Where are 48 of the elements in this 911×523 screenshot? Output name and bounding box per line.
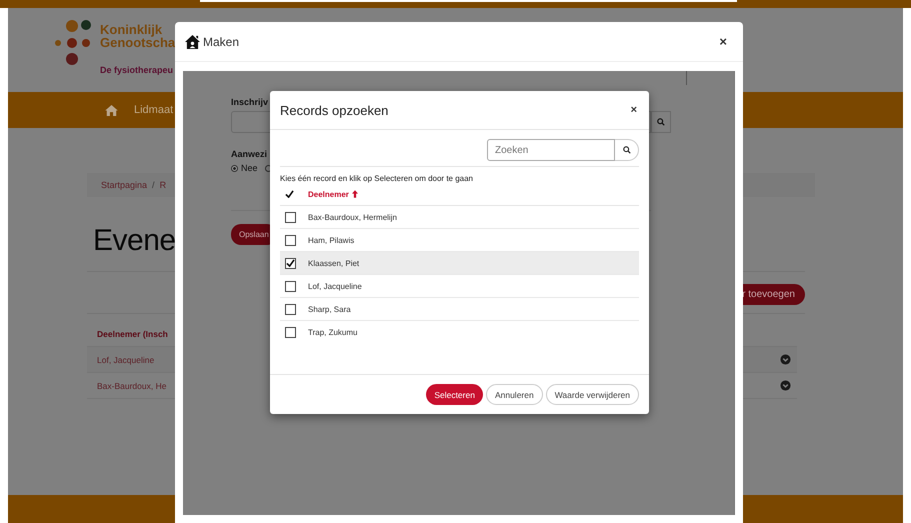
record-name: Ham, Pilawis [308,236,354,244]
record-row[interactable]: Sharp, Sara [280,298,639,321]
sort-arrow-icon[interactable] [352,190,358,198]
record-row[interactable]: Trap, Zukumu [280,321,639,343]
table-cell: Lof, Jacqueline [97,354,154,364]
dialog-button[interactable]: Selecteren [426,384,483,405]
dialog-title: Maken [203,34,240,48]
record-name: Trap, Zukumu [308,328,358,336]
table-cell: Bax-Baurdoux, He [97,380,166,390]
instruction-text: Kies één record en klik op Selecteren om door te gaan [280,174,474,183]
record-row[interactable]: Bax-Baurdoux, Hermelijn [280,206,639,229]
logo-title: Koninklijk [100,23,164,36]
house-icon [185,34,200,48]
record-row[interactable]: Klaassen, Piet [280,252,639,275]
checkbox[interactable] [285,212,296,222]
home-icon[interactable] [105,104,118,116]
radio-label: Nee [241,163,258,173]
record-name: Klaassen, Piet [308,258,360,268]
checkbox[interactable] [285,234,296,246]
checkmark-icon [286,259,295,267]
checkbox[interactable] [285,326,296,338]
checkbox[interactable] [285,280,296,292]
search-icon [622,146,630,154]
chevron-down-icon[interactable] [780,380,791,391]
checkmark-icon [285,190,294,198]
record-name: Sharp, Sara [308,304,351,314]
logo-tagline: De fysiotherapeu [100,65,174,75]
checkbox[interactable] [285,258,296,268]
record-name: Bax-Baurdoux, Hermelijn [308,212,397,222]
radio-button[interactable] [231,164,238,172]
dialog-button[interactable]: Waarde verwijderen [546,384,639,405]
checkbox[interactable] [285,304,296,314]
page-heading: Evene [93,223,176,259]
dialog-button[interactable]: Annuleren [486,384,543,405]
search-icon [657,118,665,126]
record-name: Lof, Jacqueline [308,282,362,290]
dialog-title: Records opzoeken [280,102,388,118]
breadcrumb-separator: / [152,180,155,190]
chevron-down-icon[interactable] [780,354,791,365]
logo-title: Genootscha [100,36,176,49]
search-field[interactable]: Zoeken [487,139,615,161]
column-header[interactable]: Deelnemer (Insch [97,328,168,338]
close-button[interactable]: × [717,34,729,49]
column-header[interactable]: Deelnemer [308,190,349,198]
record-row[interactable]: Lof, Jacqueline [280,275,639,298]
field-label: Aanwezi [231,149,268,159]
close-button[interactable]: × [628,104,639,116]
field-label: Inschrijv [231,97,268,107]
